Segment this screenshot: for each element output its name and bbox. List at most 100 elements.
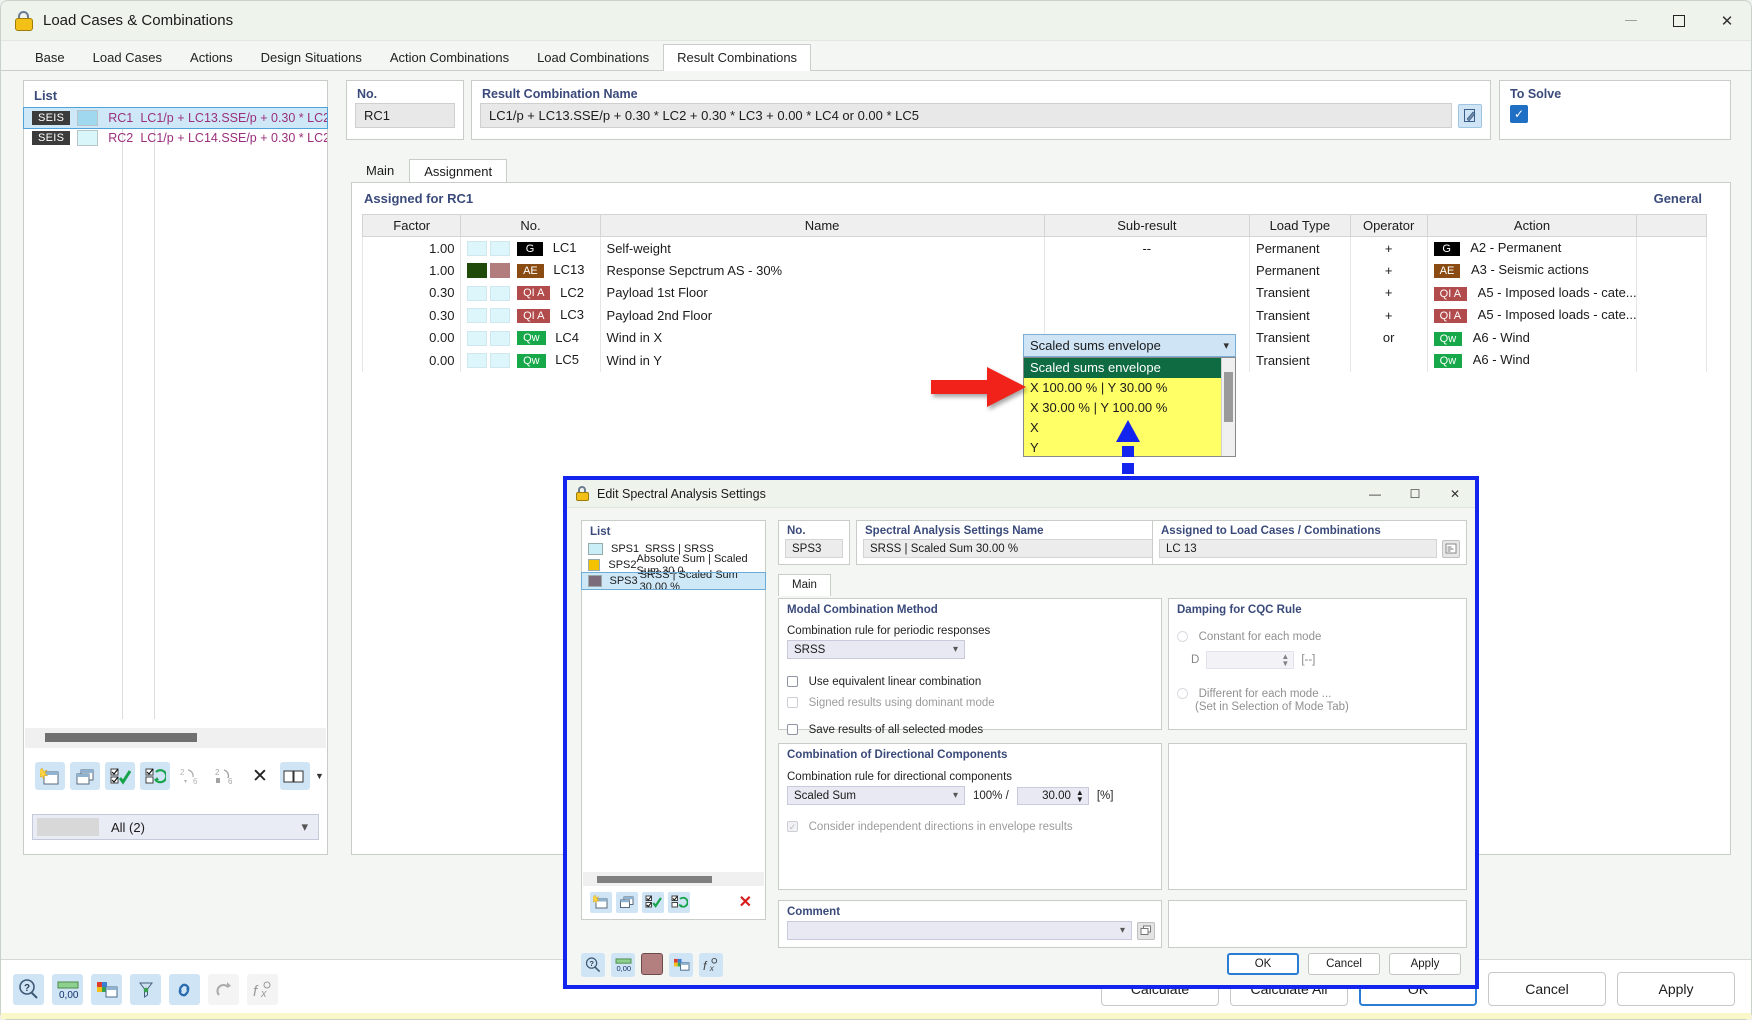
maximize-icon[interactable]: ☐ [1395, 480, 1435, 508]
dialog-tab-main[interactable]: Main [778, 574, 831, 596]
cell-action[interactable]: Qw A6 - Wind [1426, 349, 1638, 372]
cell-factor[interactable]: 0.30 [361, 281, 462, 304]
tab-actions[interactable]: Actions [176, 44, 247, 71]
copy-icon[interactable] [70, 762, 100, 790]
cell-factor[interactable]: 1.00 [361, 236, 462, 259]
check-all-icon[interactable] [642, 891, 664, 913]
no-value-field[interactable]: RC1 [355, 103, 455, 128]
to-solve-checkbox[interactable]: ✓ [1510, 105, 1528, 123]
cell-sub-result[interactable]: -- [1043, 236, 1251, 259]
cell-no[interactable]: G LC1 [460, 236, 601, 259]
col-factor[interactable]: Factor [361, 214, 462, 237]
use-equivalent-linear-row[interactable]: Use equivalent linear combination [787, 673, 1161, 688]
list-horizontal-scrollbar[interactable] [25, 728, 326, 748]
table-row[interactable]: 0.30 QI A LC2 Payload 1st Floor Transien… [361, 281, 1707, 304]
cell-spare[interactable] [1636, 281, 1707, 304]
cell-operator[interactable] [1349, 349, 1428, 372]
tab-load-combinations[interactable]: Load Combinations [523, 44, 663, 71]
ratio-spinner[interactable]: 30.00 ▲ ▼ [1016, 786, 1089, 805]
damping-different-radio[interactable] [1177, 688, 1188, 700]
help-icon[interactable]: ? [13, 974, 44, 1005]
cell-no[interactable]: QI A LC3 [460, 304, 601, 327]
cell-factor[interactable]: 0.30 [361, 304, 462, 327]
dropdown-scrollbar[interactable] [1221, 358, 1235, 456]
cell-spare[interactable] [1636, 259, 1707, 282]
formula-icon[interactable]: fx [247, 974, 278, 1005]
snap-icon[interactable] [208, 974, 239, 1005]
minimize-icon[interactable]: — [1355, 480, 1395, 508]
minimize-icon[interactable] [1607, 1, 1655, 41]
renumber-step-icon[interactable]: 26 [210, 762, 240, 790]
cell-operator[interactable]: + [1349, 304, 1428, 327]
cell-spare[interactable] [1636, 326, 1707, 349]
col-no[interactable]: No. [460, 214, 601, 237]
cell-operator[interactable]: + [1349, 236, 1428, 259]
new-icon[interactable] [590, 891, 612, 913]
copy-icon[interactable] [616, 891, 638, 913]
spinner-arrows-icon[interactable]: ▲ ▼ [1076, 788, 1084, 803]
help-icon[interactable]: ? [581, 953, 605, 977]
close-icon[interactable]: ✕ [1435, 480, 1475, 508]
damping-different-row[interactable]: Different for each mode ... [1177, 685, 1466, 700]
cell-operator[interactable]: + [1349, 259, 1428, 282]
use-equivalent-linear-checkbox[interactable] [787, 676, 798, 688]
close-icon[interactable]: ✕ [1703, 1, 1751, 41]
save-results-row[interactable]: Save results of all selected modes [787, 721, 1161, 736]
toggle-check-icon[interactable] [140, 762, 170, 790]
split-view-icon[interactable] [280, 762, 310, 790]
select-list-icon[interactable] [1442, 539, 1460, 558]
col-name[interactable]: Name [599, 214, 1045, 237]
cell-load-type[interactable]: Transient [1249, 326, 1351, 349]
col-action[interactable]: Action [1426, 214, 1638, 237]
cell-action[interactable]: Qw A6 - Wind [1426, 326, 1638, 349]
table-row[interactable]: 0.30 QI A LC3 Payload 2nd Floor Transien… [361, 304, 1707, 327]
colors-icon[interactable] [91, 974, 122, 1005]
tab-assignment[interactable]: Assignment [409, 159, 508, 184]
cell-no[interactable]: Qw LC5 [460, 349, 601, 372]
toggle-check-icon[interactable] [668, 891, 690, 913]
cell-load-type[interactable]: Transient [1249, 304, 1351, 327]
edit-pencil-icon[interactable] [1458, 103, 1482, 128]
filter-icon[interactable] [130, 974, 161, 1005]
cell-name[interactable]: Payload 2nd Floor [599, 304, 1045, 327]
damping-constant-row[interactable]: Constant for each mode [1177, 628, 1466, 643]
cell-action[interactable]: G A2 - Permanent [1426, 236, 1638, 259]
tab-result-combinations[interactable]: Result Combinations [663, 44, 812, 71]
sps-list-horizontal-scrollbar[interactable] [583, 872, 764, 886]
save-results-checkbox[interactable] [787, 724, 798, 736]
cell-no[interactable]: QI A LC2 [460, 281, 601, 304]
delete-icon[interactable]: ✕ [245, 762, 275, 790]
damping-constant-radio[interactable] [1177, 631, 1188, 643]
apply-button[interactable]: Apply [1617, 972, 1735, 1006]
delete-icon[interactable]: ✕ [739, 892, 752, 912]
cell-factor[interactable]: 0.00 [361, 349, 462, 372]
units-icon[interactable]: 0,00 [52, 974, 83, 1005]
cell-load-type[interactable]: Transient [1249, 349, 1351, 372]
directional-rule-combobox[interactable]: Scaled Sum ▾ [787, 786, 965, 805]
colors-icon[interactable] [669, 953, 693, 977]
col-operator[interactable]: Operator [1349, 214, 1428, 237]
col-sub-result[interactable]: Sub-result [1043, 214, 1251, 237]
cell-sub-result[interactable] [1043, 304, 1251, 327]
cell-load-type[interactable]: Transient [1249, 281, 1351, 304]
renumber-icon[interactable]: 26 [175, 762, 205, 790]
table-row[interactable]: 1.00 G LC1 Self-weight -- Permanent + G … [361, 236, 1707, 259]
cell-spare[interactable] [1636, 349, 1707, 372]
cell-sub-result[interactable] [1043, 281, 1251, 304]
damping-d-field[interactable]: ▲ ▼ [1206, 651, 1295, 669]
result-combination-name-field[interactable]: LC1/p + LC13.SSE/p + 0.30 * LC2 + 0.30 *… [480, 103, 1452, 128]
sub-result-combobox[interactable]: Scaled sums envelope ▾ [1023, 334, 1236, 357]
periodic-rule-combobox[interactable]: SRSS ▾ [787, 640, 965, 659]
link-icon[interactable] [169, 974, 200, 1005]
cell-no[interactable]: Qw LC4 [460, 326, 601, 349]
check-all-icon[interactable] [105, 762, 135, 790]
cancel-button[interactable]: Cancel [1488, 972, 1606, 1006]
cell-name[interactable]: Response Sepctrum AS - 30% [599, 259, 1045, 282]
list-item[interactable]: SEIS RC1 LC1/p + LC13.SSE/p + 0.30 * LC2… [23, 107, 328, 129]
list-filter-combobox[interactable]: All (2) ▾ [32, 814, 319, 840]
dialog-ok-button[interactable]: OK [1227, 953, 1299, 975]
maximize-icon[interactable] [1655, 1, 1703, 41]
cell-spare[interactable] [1636, 236, 1707, 259]
cell-action[interactable]: QI A A5 - Imposed loads - cate... [1426, 281, 1638, 304]
new-icon[interactable] [35, 762, 65, 790]
